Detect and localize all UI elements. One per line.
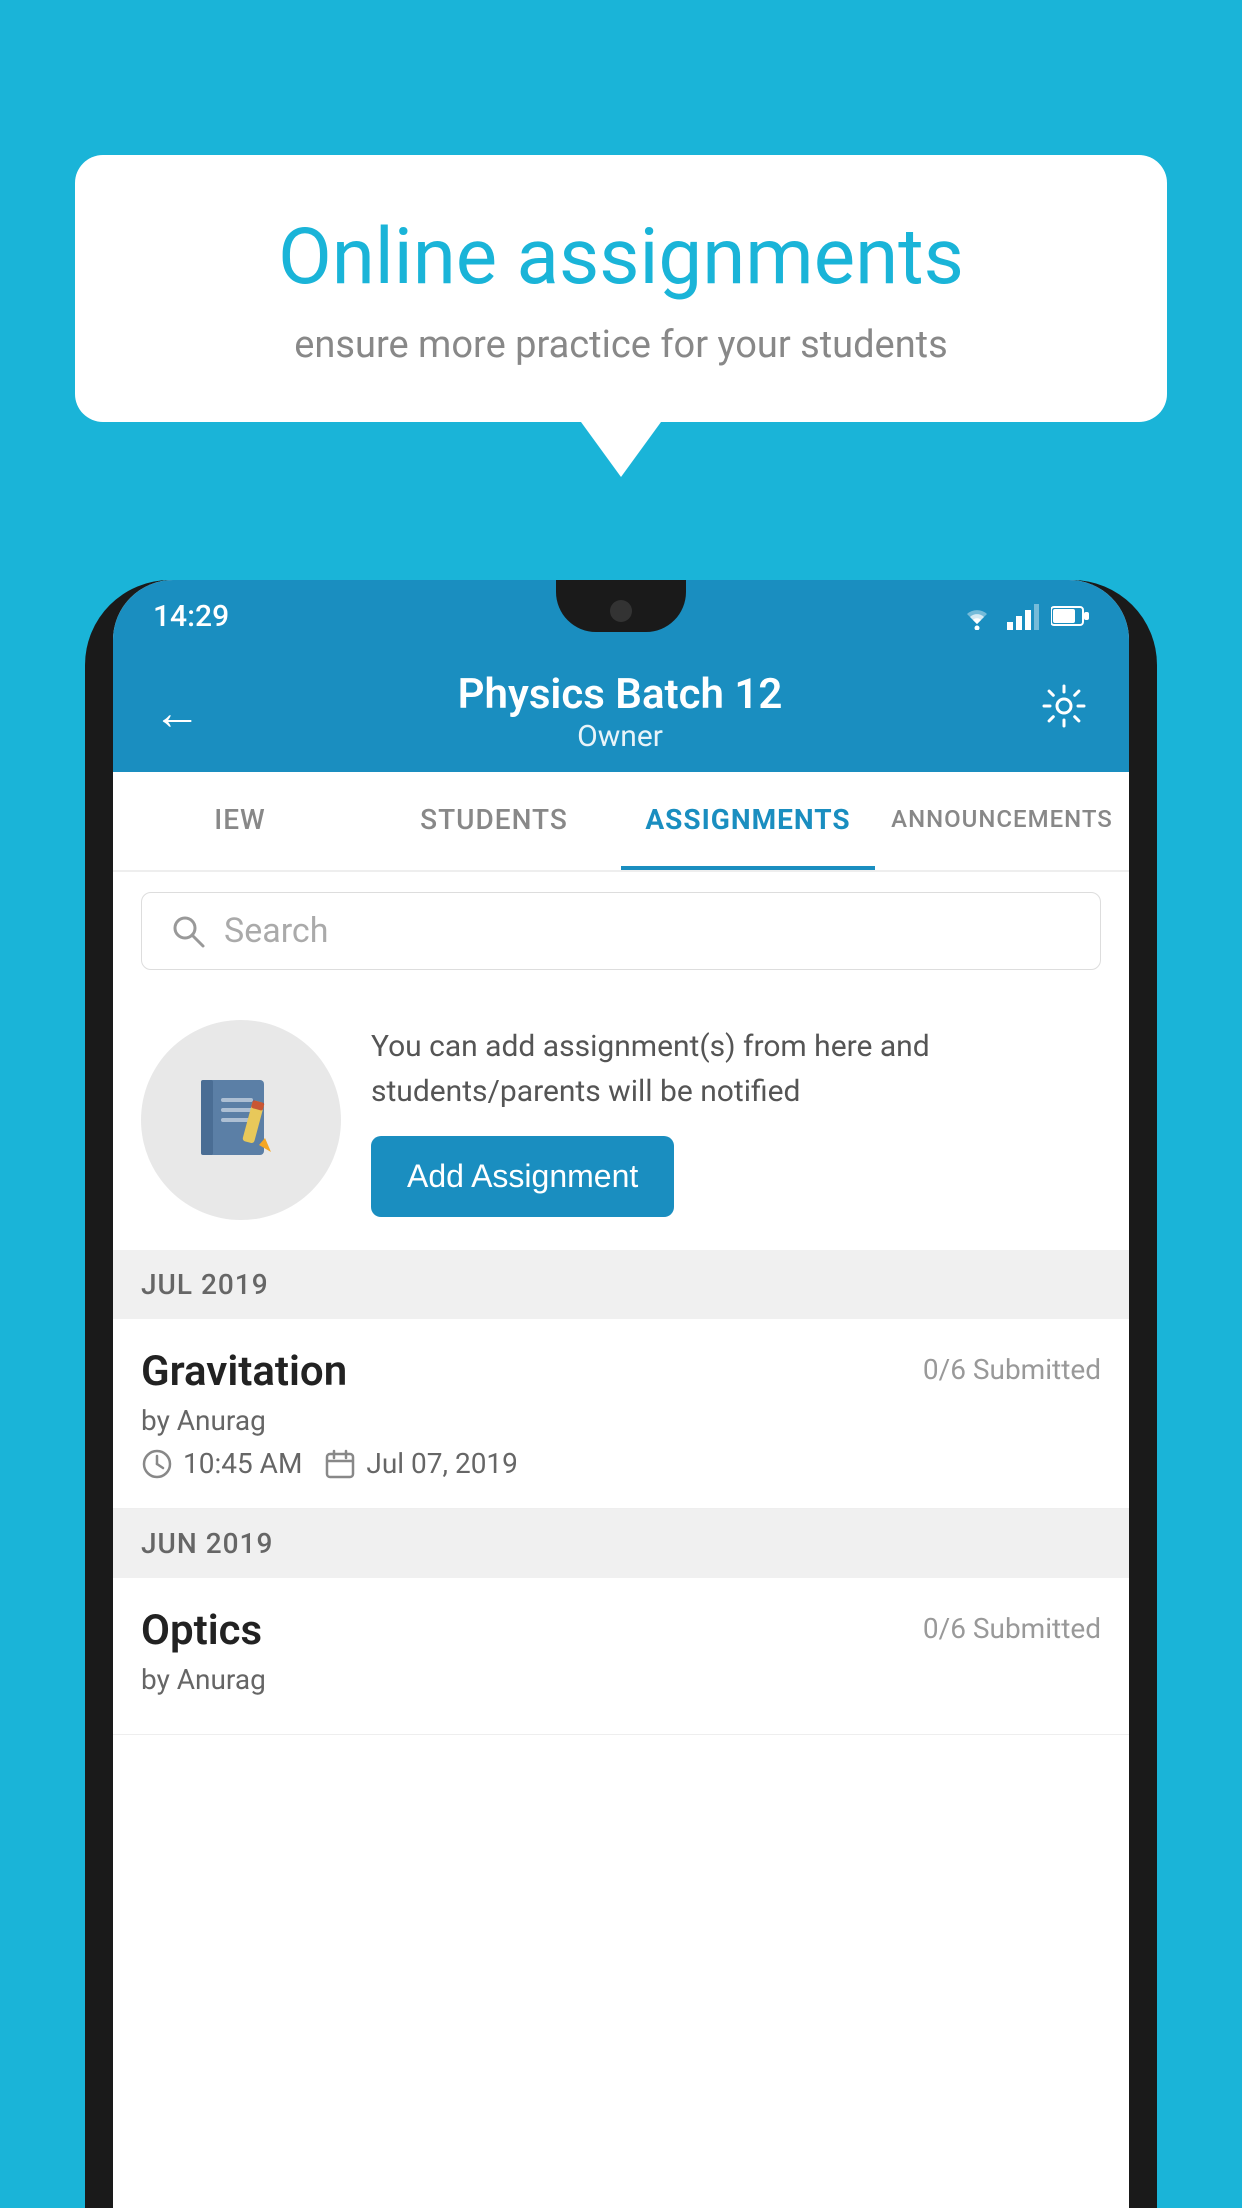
- back-button[interactable]: ←: [153, 684, 201, 741]
- search-icon: [170, 913, 206, 949]
- phone-frame: 14:29: [85, 580, 1157, 2208]
- promo-text-block: You can add assignment(s) from here and …: [371, 1024, 1101, 1217]
- battery-icon: [1051, 605, 1089, 627]
- assignment-author-optics: by Anurag: [141, 1663, 1101, 1696]
- section-header-jun: JUN 2019: [113, 1509, 1129, 1578]
- datetime-time: 10:45 AM: [141, 1447, 302, 1480]
- signal-icon: [1007, 602, 1039, 630]
- search-container: Search: [113, 872, 1129, 990]
- search-input[interactable]: Search: [224, 911, 328, 951]
- app-bar-subtitle: Owner: [458, 719, 783, 754]
- speech-bubble-title: Online assignments: [145, 215, 1097, 301]
- datetime-date: Jul 07, 2019: [324, 1447, 518, 1480]
- speech-bubble-pointer: [581, 422, 661, 477]
- assignment-submitted-optics: 0/6 Submitted: [923, 1612, 1101, 1645]
- assignment-row-top-optics: Optics 0/6 Submitted: [141, 1606, 1101, 1655]
- speech-bubble-container: Online assignments ensure more practice …: [75, 155, 1167, 477]
- tab-announcements[interactable]: ANNOUNCEMENTS: [875, 772, 1129, 870]
- calendar-icon: [324, 1448, 356, 1480]
- tabs-bar: IEW STUDENTS ASSIGNMENTS ANNOUNCEMENTS: [113, 772, 1129, 872]
- notch: [556, 580, 686, 632]
- promo-description: You can add assignment(s) from here and …: [371, 1024, 1101, 1114]
- promo-icon-circle: [141, 1020, 341, 1220]
- phone-screen: 14:29: [113, 580, 1129, 2208]
- status-icons: [959, 602, 1089, 630]
- add-assignment-button[interactable]: Add Assignment: [371, 1136, 674, 1217]
- tab-students[interactable]: STUDENTS: [367, 772, 621, 870]
- app-bar-center: Physics Batch 12 Owner: [458, 670, 783, 754]
- section-header-jul: JUL 2019: [113, 1250, 1129, 1319]
- clock-icon: [141, 1448, 173, 1480]
- speech-bubble-subtitle: ensure more practice for your students: [145, 323, 1097, 367]
- status-bar: 14:29: [113, 580, 1129, 652]
- assignment-author: by Anurag: [141, 1404, 1101, 1437]
- assignment-item-gravitation[interactable]: Gravitation 0/6 Submitted by Anurag 10:4…: [113, 1319, 1129, 1509]
- assignment-datetime: 10:45 AM Jul 07, 2019: [141, 1447, 1101, 1480]
- front-camera: [610, 600, 632, 622]
- assignment-row-top: Gravitation 0/6 Submitted: [141, 1347, 1101, 1396]
- tab-assignments[interactable]: ASSIGNMENTS: [621, 772, 875, 870]
- settings-button[interactable]: [1039, 681, 1089, 743]
- status-time: 14:29: [153, 599, 229, 634]
- assignment-name: Gravitation: [141, 1347, 347, 1396]
- notebook-icon: [191, 1070, 291, 1170]
- app-bar: ← Physics Batch 12 Owner: [113, 652, 1129, 772]
- assignment-date: Jul 07, 2019: [366, 1447, 518, 1480]
- speech-bubble: Online assignments ensure more practice …: [75, 155, 1167, 422]
- screen-content: Search: [113, 872, 1129, 2208]
- assignment-time: 10:45 AM: [183, 1447, 302, 1480]
- search-bar[interactable]: Search: [141, 892, 1101, 970]
- promo-block: You can add assignment(s) from here and …: [113, 990, 1129, 1250]
- app-bar-title: Physics Batch 12: [458, 670, 783, 719]
- wifi-icon: [959, 602, 995, 630]
- assignment-name-optics: Optics: [141, 1606, 262, 1655]
- assignment-submitted: 0/6 Submitted: [923, 1353, 1101, 1386]
- assignment-item-optics[interactable]: Optics 0/6 Submitted by Anurag: [113, 1578, 1129, 1735]
- tab-iew[interactable]: IEW: [113, 772, 367, 870]
